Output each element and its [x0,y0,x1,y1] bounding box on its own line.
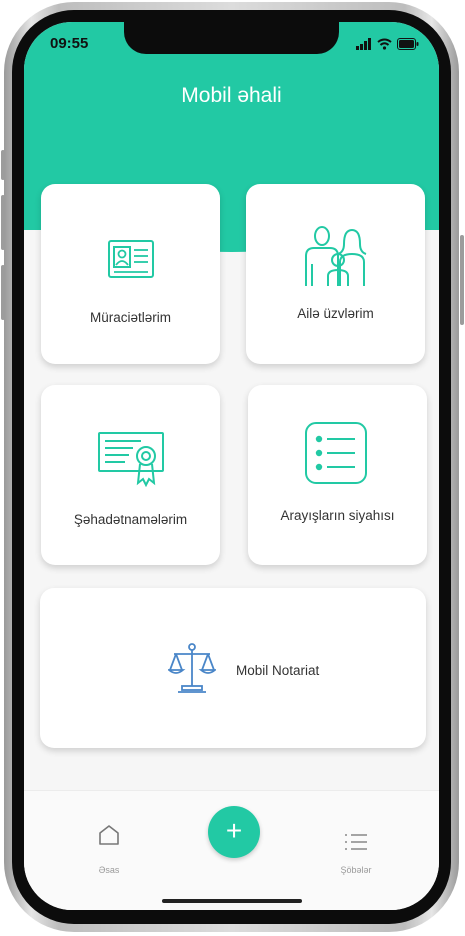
applications-label: Müraciətlərim [89,310,171,325]
references-card[interactable]: Arayışların siyahısı [248,385,427,565]
family-card[interactable]: Ailə üzvlərim [246,184,425,364]
status-icons [356,36,419,50]
certificate-icon [98,432,164,487]
scales-icon [168,643,216,693]
notary-label: Mobil Notariat [236,663,320,678]
side-button [1,195,5,250]
side-button [1,265,5,320]
signal-icon [356,38,371,50]
notch [124,22,339,54]
side-button [460,235,464,325]
family-icon [305,226,367,286]
wifi-icon [377,38,392,50]
applications-card[interactable]: Müraciətlərim [41,184,220,364]
certificates-label: Şəhadətnamələrim [73,512,188,527]
id-card-icon [108,240,154,278]
notary-card[interactable]: Mobil Notariat [40,588,426,748]
family-label: Ailə üzvlərim [297,306,374,321]
nav-home-label[interactable]: Əsas [79,865,139,875]
app-screen: 09:55 Mobil əhali Müraciətlərim Ailə üzv… [24,22,439,910]
references-label: Arayışların siyahısı [280,508,395,523]
side-button [1,150,5,180]
nav-branches-label[interactable]: Şöbələr [326,865,386,875]
battery-icon [397,38,419,50]
page-title: Mobil əhali [181,84,282,107]
certificates-card[interactable]: Şəhadətnamələrim [41,385,220,565]
home-indicator [162,899,302,903]
status-time: 09:55 [50,35,89,52]
home-icon[interactable] [98,824,120,846]
list-icon [305,422,367,484]
branches-list-icon[interactable] [344,833,368,851]
add-button[interactable]: + [208,806,260,858]
